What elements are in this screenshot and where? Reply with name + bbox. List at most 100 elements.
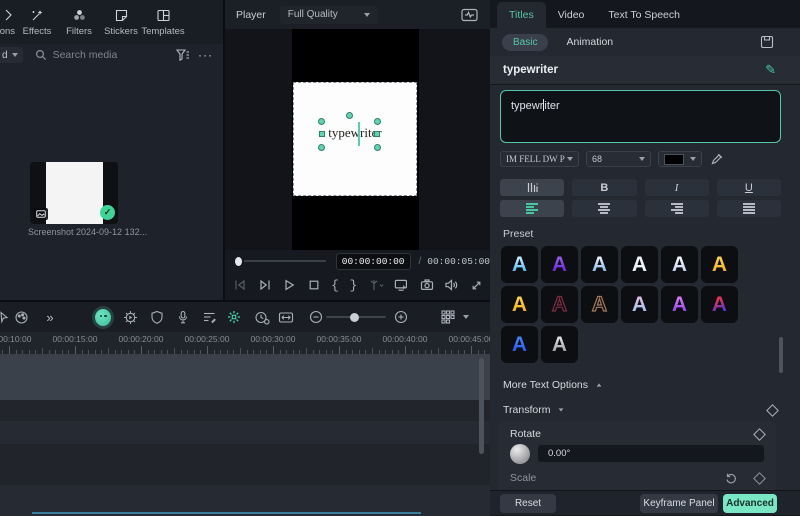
transform-keyframe-icon[interactable] [766, 403, 779, 417]
ai-assistant-icon[interactable] [95, 308, 111, 326]
advanced-button[interactable]: Advanced [723, 494, 777, 513]
rotation-handle[interactable] [346, 112, 353, 119]
preset-tile[interactable]: A [621, 286, 658, 323]
rename-pen-icon[interactable]: ✎ [765, 62, 776, 78]
tab-video[interactable]: Video [546, 2, 597, 28]
preset-tile[interactable]: A [701, 286, 738, 323]
undo-icon[interactable] [725, 472, 737, 484]
align-center-button[interactable] [572, 200, 637, 217]
underline-button[interactable]: U [716, 179, 781, 196]
zoom-slider[interactable] [326, 312, 386, 322]
font-family-dropdown[interactable]: IM FELL DW Pica [500, 151, 579, 167]
current-timecode[interactable]: 00:00:00:00 [335, 252, 411, 270]
handle-top-left[interactable] [318, 118, 325, 125]
shield-icon[interactable] [149, 309, 165, 325]
preset-tile[interactable]: A [501, 246, 538, 283]
scrubber-track[interactable] [243, 260, 326, 262]
reset-button[interactable]: Reset [500, 494, 556, 513]
preset-tile[interactable]: A [501, 326, 538, 363]
preset-tile[interactable]: A [621, 246, 658, 283]
text-selection-box[interactable] [318, 118, 381, 151]
zoom-out-icon[interactable] [308, 309, 324, 325]
timeline-vertical-scrollbar[interactable] [479, 358, 484, 454]
keyframe-panel-button[interactable]: Keyframe Panel [640, 494, 718, 513]
voiceover-mic-icon[interactable] [175, 309, 191, 325]
subtab-animation[interactable]: Animation [566, 36, 613, 48]
inspector-scrollbar[interactable] [779, 337, 783, 373]
mirror-display-button[interactable] [394, 278, 409, 292]
fit-timeline-icon[interactable] [278, 309, 294, 325]
handle-bottom-left[interactable] [318, 144, 325, 151]
transform-row[interactable]: Transform [503, 403, 787, 417]
preview-quality-icon[interactable] [461, 8, 478, 22]
smart-cut-icon[interactable] [226, 309, 242, 325]
tab-text-to-speech[interactable]: Text To Speech [596, 2, 692, 28]
handle-mid-left[interactable] [319, 131, 325, 137]
render-preview-icon[interactable] [122, 309, 138, 325]
sidebar-item-stickers[interactable]: Stickers [100, 0, 142, 37]
preset-tile[interactable]: A [501, 286, 538, 323]
rotate-knob[interactable] [510, 444, 530, 464]
pointer-icon[interactable] [0, 309, 11, 325]
palette-icon[interactable] [13, 309, 29, 325]
timeline-ruler[interactable]: 00:00:10:00 00:00:15:00 00:00:20:00 00:00:2… [0, 332, 490, 355]
track-row[interactable] [0, 400, 490, 421]
text-texture-button[interactable] [500, 179, 565, 196]
search-input[interactable]: Search media [53, 49, 176, 61]
more-options-icon[interactable]: ··· [198, 48, 213, 62]
play-button[interactable] [282, 278, 296, 292]
speed-icon[interactable] [254, 309, 270, 325]
zoom-slider-handle[interactable] [350, 312, 359, 322]
preset-tile[interactable]: A [581, 286, 618, 323]
sidebar-item-filters[interactable]: Filters [58, 0, 100, 37]
rotate-keyframe-icon[interactable] [753, 427, 766, 441]
preset-tile[interactable]: A [661, 246, 698, 283]
save-preset-icon[interactable] [760, 35, 774, 49]
timeline-tracks[interactable] [0, 354, 490, 516]
playhead-handle[interactable] [235, 256, 242, 266]
eyedropper-icon[interactable] [711, 153, 723, 165]
handle-mid-right[interactable] [374, 131, 380, 137]
track-row[interactable] [0, 354, 490, 400]
text-input[interactable]: typewriter [500, 90, 781, 143]
mark-out-button[interactable]: } [349, 278, 357, 293]
zoom-in-icon[interactable] [393, 309, 409, 325]
align-right-button[interactable] [644, 200, 709, 217]
sidebar-item-effects[interactable]: Effects [16, 0, 58, 37]
more-text-options-row[interactable]: More Text Options [503, 379, 602, 391]
preset-tile[interactable]: A [541, 246, 578, 283]
snapshot-button[interactable] [420, 278, 434, 292]
media-clip-thumbnail[interactable]: ✓ [30, 162, 118, 224]
track-row[interactable] [0, 421, 490, 444]
split-button[interactable] [368, 278, 384, 292]
rotate-input[interactable]: 0.00° [538, 445, 764, 462]
audio-mixer-icon[interactable] [201, 309, 217, 325]
sidebar-item-templates[interactable]: Templates [141, 0, 185, 37]
bold-button[interactable]: B [572, 179, 637, 196]
italic-button[interactable]: I [644, 179, 709, 196]
stop-button[interactable] [307, 278, 321, 292]
preset-tile[interactable]: A [701, 246, 738, 283]
preset-tile[interactable]: A [661, 286, 698, 323]
handle-bottom-right[interactable] [374, 144, 381, 151]
fullscreen-button[interactable] [470, 279, 483, 292]
next-frame-button[interactable] [258, 278, 272, 292]
preset-tile[interactable]: A [541, 286, 578, 323]
chevron-down-icon[interactable] [458, 309, 474, 325]
font-size-dropdown[interactable]: 68 [586, 151, 651, 167]
more-tools-icon[interactable]: » [42, 309, 58, 325]
mute-button[interactable] [444, 278, 459, 292]
track-row[interactable] [0, 444, 490, 485]
tab-titles[interactable]: Titles [497, 2, 546, 28]
track-manager-icon[interactable] [440, 309, 456, 325]
quality-dropdown[interactable]: Full Quality [279, 5, 378, 24]
preview-viewport[interactable]: typewriter [225, 29, 490, 250]
preset-tile[interactable]: A [581, 246, 618, 283]
scale-keyframe-icon[interactable] [753, 471, 766, 485]
sidebar-item-transitions[interactable]: tions [0, 0, 16, 37]
subtab-basic[interactable]: Basic [502, 33, 549, 51]
text-color-dropdown[interactable] [658, 151, 702, 167]
media-type-dropdown[interactable]: d [0, 47, 23, 63]
align-left-button[interactable] [500, 200, 565, 217]
previous-frame-button[interactable] [233, 278, 247, 292]
